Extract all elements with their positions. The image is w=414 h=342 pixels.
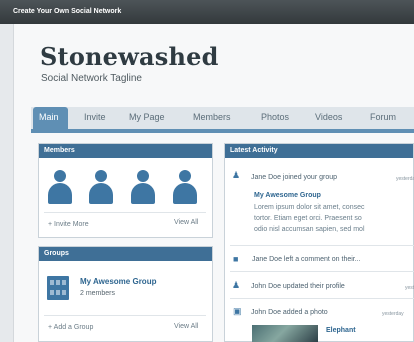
members-box-header: Members: [39, 144, 212, 158]
photo-title-link[interactable]: Elephant: [326, 327, 356, 334]
person-icon: ♟: [232, 280, 241, 290]
site-tagline: Social Network Tagline: [41, 73, 142, 84]
activity-item-text: John Doe added a photo: [251, 309, 328, 316]
activity-item-date: yesterday: [396, 176, 414, 182]
photo-icon: ▣: [233, 306, 242, 316]
network-title: Create Your Own Social Network: [13, 8, 122, 15]
tab-forum[interactable]: Forum: [370, 112, 396, 122]
tab-members[interactable]: Members: [193, 112, 231, 122]
person-icon: ♟: [232, 170, 241, 180]
group-name-link[interactable]: My Awesome Group: [80, 277, 156, 286]
members-view-all-link[interactable]: View All: [174, 219, 198, 226]
group-member-count: 2 members: [80, 290, 116, 297]
member-avatar[interactable]: [48, 170, 72, 204]
activity-divider: [230, 245, 414, 246]
tab-main[interactable]: Main: [33, 107, 68, 131]
activity-item-date: yesterday: [382, 311, 404, 317]
add-group-link[interactable]: + Add a Group: [48, 324, 93, 331]
activity-item-text: Jane Doe left a comment on their...: [252, 256, 361, 263]
groups-view-all-link[interactable]: View All: [174, 323, 198, 330]
activity-item-text: Jane Doe joined your group: [251, 174, 338, 181]
comment-icon: ■: [233, 254, 239, 264]
groups-box-header: Groups: [39, 247, 212, 261]
tab-invite[interactable]: Invite: [84, 112, 106, 122]
member-avatar[interactable]: [89, 170, 113, 204]
top-bar: Create Your Own Social Network: [0, 0, 414, 24]
group-icon: [47, 276, 69, 300]
member-avatar[interactable]: [131, 170, 155, 204]
invite-more-link[interactable]: + Invite More: [48, 221, 89, 228]
photo-thumbnail[interactable]: [252, 325, 318, 342]
activity-item-date: yesterday: [405, 285, 414, 291]
activity-box-header: Latest Activity: [225, 144, 413, 158]
member-avatar[interactable]: [173, 170, 197, 204]
site-title: Stonewashed: [40, 42, 219, 71]
activity-group-link[interactable]: My Awesome Group: [254, 192, 321, 199]
members-divider: [44, 212, 206, 213]
activity-lorem-line: tortor. Etiam eget orci. Praesent so: [254, 215, 362, 222]
tab-my-page[interactable]: My Page: [129, 112, 165, 122]
activity-divider: [230, 271, 414, 272]
activity-lorem-line: odio nisl accumsan sapien, sed mol: [254, 226, 365, 233]
tab-photos[interactable]: Photos: [261, 112, 289, 122]
tab-videos[interactable]: Videos: [315, 112, 342, 122]
groups-divider: [44, 315, 206, 316]
activity-divider: [230, 298, 414, 299]
activity-lorem-line: Lorem ipsum dolor sit amet, consec: [254, 204, 365, 211]
activity-item-text: John Doe updated their profile: [251, 283, 345, 290]
